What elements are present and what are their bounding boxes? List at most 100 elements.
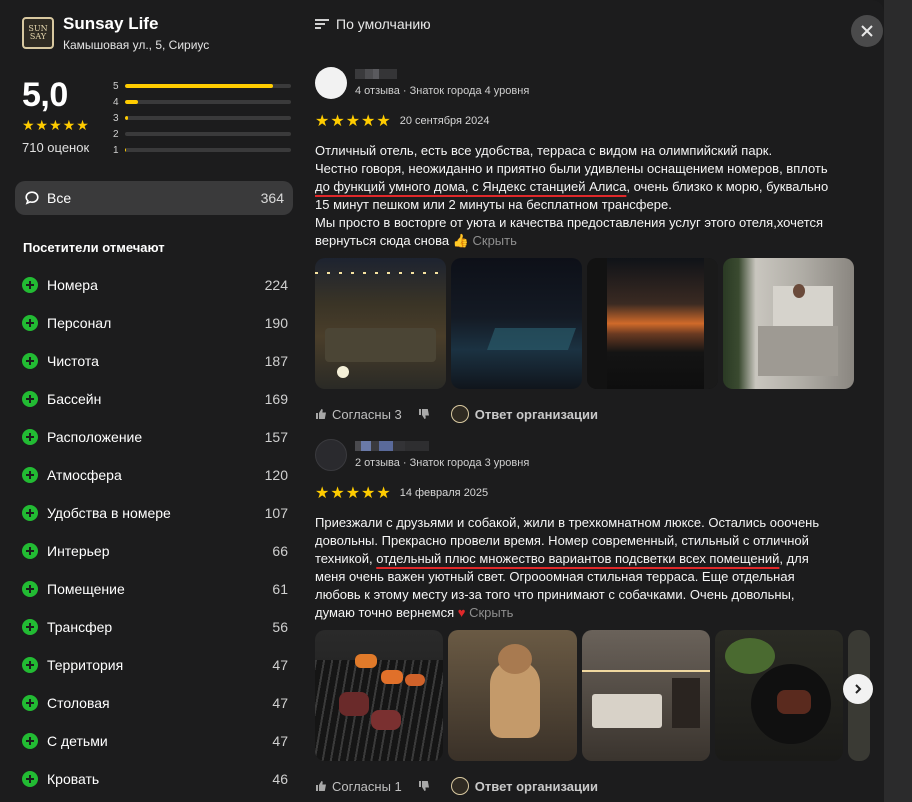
rating-bar-label: 4 <box>113 96 119 108</box>
tag-item[interactable]: Помещение 61 <box>22 570 288 608</box>
org-header[interactable]: SUN SAY Sunsay Life Камышовая ул., 5, Си… <box>22 14 209 52</box>
review-text-line: любовь к этому месту из-за того что прин… <box>315 587 795 602</box>
tag-item[interactable]: Интерьер 66 <box>22 532 288 570</box>
tag-item[interactable]: Кровать 46 <box>22 760 288 798</box>
review-text-line: довольны. Прекрасно провели время. Номер… <box>315 533 809 548</box>
filter-all-count: 364 <box>260 190 284 206</box>
avatar[interactable] <box>315 439 347 471</box>
plus-circle-icon <box>22 695 38 711</box>
like-count: Согласны 1 <box>332 778 402 794</box>
review-text-line: Отличный отель, есть все удобства, терра… <box>315 143 773 158</box>
review-text-line: Честно говоря, неожиданно и приятно были… <box>315 161 828 176</box>
filter-all-button[interactable]: Все 364 <box>15 181 293 215</box>
tag-item[interactable]: Удобства в номере 107 <box>22 494 288 532</box>
rating-summary: 5,0 ★★★★★ 710 оценок <box>22 76 90 155</box>
rating-bar-track <box>125 148 291 152</box>
dislike-button[interactable] <box>418 408 435 420</box>
close-button[interactable] <box>851 15 883 47</box>
org-reply-toggle[interactable]: Ответ организации <box>450 405 598 423</box>
tag-name: Расположение <box>47 429 143 445</box>
rating-bar-label: 5 <box>113 80 119 92</box>
thumbs-up-icon <box>316 409 326 419</box>
review-photo-pool-night[interactable] <box>451 258 582 389</box>
tag-count: 224 <box>264 277 288 293</box>
tag-name: Территория <box>47 657 124 673</box>
tag-name: Чистота <box>47 353 99 369</box>
tag-item[interactable]: Номера 224 <box>22 266 288 304</box>
tag-item[interactable]: Столовая 47 <box>22 684 288 722</box>
avatar[interactable] <box>315 67 347 99</box>
review-photo-grill[interactable] <box>315 630 444 761</box>
tag-item[interactable]: С детьми 47 <box>22 722 288 760</box>
highlighted-phrase: до функций умного дома, с Яндекс станцие… <box>315 179 627 194</box>
rating-count: 710 оценок <box>22 140 90 155</box>
hide-text-link[interactable]: Скрыть <box>465 605 513 620</box>
like-button[interactable]: Согласны 3 <box>315 407 402 422</box>
tag-count: 47 <box>272 695 288 711</box>
org-address: Камышовая ул., 5, Сириус <box>63 38 210 52</box>
tag-item[interactable]: Территория 47 <box>22 646 288 684</box>
rating-bar-row: 1 <box>113 142 291 158</box>
rating-bar-row: 2 <box>113 126 291 142</box>
author-meta: 4 отзыва · Знаток города 4 уровня <box>355 85 530 97</box>
review-photo-bedroom[interactable] <box>581 630 711 761</box>
highlighted-phrase: отдельный плюс множество вариантов подсв… <box>376 551 780 566</box>
sort-label: По умолчанию <box>336 16 431 32</box>
review-photo-dog[interactable] <box>448 630 577 761</box>
review-date: 14 февраля 2025 <box>399 487 489 499</box>
review-stars: ★★★★★ <box>315 485 392 502</box>
rating-bar-fill <box>125 84 273 88</box>
tag-count: 120 <box>264 467 288 483</box>
rating-bar-label: 2 <box>113 128 119 140</box>
like-button[interactable]: Согласны 1 <box>315 779 402 794</box>
thumbs-down-icon <box>418 409 429 419</box>
photos-next-button[interactable] <box>843 674 873 704</box>
org-reply-avatar <box>450 777 469 795</box>
tag-name: Атмосфера <box>47 467 122 483</box>
tag-count: 46 <box>272 771 288 787</box>
org-name[interactable]: Sunsay Life <box>63 14 209 34</box>
tag-name: Интерьер <box>47 543 110 559</box>
org-reply-label: Ответ организации <box>474 406 598 422</box>
author-name-blurred[interactable] <box>355 69 529 79</box>
rating-bar-fill <box>125 100 139 104</box>
tag-item[interactable]: Атмосфера 120 <box>22 456 288 494</box>
plus-circle-icon <box>22 543 38 559</box>
close-icon <box>861 25 873 37</box>
org-reply-toggle[interactable]: Ответ организации <box>450 777 598 795</box>
reviews-sidebar: SUN SAY Sunsay Life Камышовая ул., 5, Си… <box>0 0 300 802</box>
author-meta: 2 отзыва · Знаток города 3 уровня <box>355 457 530 469</box>
author-name-blurred[interactable] <box>355 441 529 451</box>
hide-text-link[interactable]: Скрыть <box>469 233 516 248</box>
plus-circle-icon <box>22 429 38 445</box>
tag-name: Бассейн <box>47 391 102 407</box>
review-photo-terrace-night[interactable] <box>315 258 446 389</box>
tag-item[interactable]: Персонал 190 <box>22 304 288 342</box>
dislike-button[interactable] <box>418 780 435 792</box>
rating-distribution: 5 4 3 2 1 <box>113 78 291 158</box>
review-text: Приезжали с друзьями и собакой, жили в т… <box>315 514 875 622</box>
plus-circle-icon <box>22 505 38 521</box>
tags-title: Посетители отмечают <box>23 240 165 255</box>
review-text-line: Приезжали с друзьями и собакой, жили в т… <box>315 515 820 530</box>
tag-item[interactable]: Бассейн 169 <box>22 380 288 418</box>
tag-item[interactable]: Расположение 157 <box>22 418 288 456</box>
org-reply-avatar <box>450 405 469 423</box>
plus-circle-icon <box>22 657 38 673</box>
tag-item[interactable]: Чистота 187 <box>22 342 288 380</box>
rating-bar-fill <box>125 148 126 152</box>
review-photo-kitchen[interactable] <box>723 258 854 389</box>
tag-item[interactable]: Трансфер 56 <box>22 608 288 646</box>
like-count: Согласны 3 <box>332 406 402 422</box>
review-text-line: думаю точно вернемся <box>315 605 458 620</box>
review-text-line: Мы просто в восторге от уюта и качества … <box>315 215 824 230</box>
sort-dropdown[interactable]: По умолчанию <box>315 16 431 32</box>
review-text-line: , для <box>779 551 809 566</box>
tag-count: 169 <box>264 391 288 407</box>
tag-name: Кровать <box>47 771 100 787</box>
org-reply-label: Ответ организации <box>474 778 598 794</box>
review-photo-steak[interactable] <box>715 630 844 761</box>
review-photo-sunset[interactable] <box>587 258 718 389</box>
review-card: 4 отзыва · Знаток города 4 уровня ★★★★★ … <box>315 67 875 423</box>
sort-icon <box>315 17 329 31</box>
